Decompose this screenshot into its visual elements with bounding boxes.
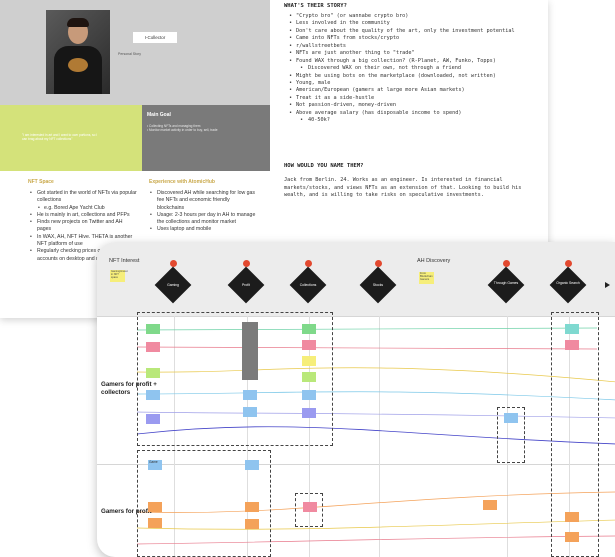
stage-dot (305, 260, 312, 267)
stage-dot (170, 260, 177, 267)
nft-space-subitem: e.g. Bored Ape Yacht Club (30, 205, 138, 213)
main-goal-title: Main Goal (147, 112, 171, 118)
story-list: "Crypto bro" (or wannabe crypto bro) Les… (288, 13, 546, 125)
stage-label: Through Games (493, 281, 519, 285)
sticky-note[interactable] (565, 512, 579, 522)
header-sticky-note[interactable]: Gaming/invest in NFT space (110, 270, 128, 282)
nft-space-item: Finds new projects on Twitter and AH pag… (30, 219, 138, 234)
nft-space-title: NFT Space (28, 179, 54, 185)
sticky-note[interactable] (565, 340, 579, 350)
story-item: Not passion-driven, money-driven (288, 102, 546, 110)
story-item: "Crypto bro" (or wannabe crypto bro) (288, 13, 546, 21)
persona-quote: "I am interested in art and I want to ow… (22, 133, 98, 142)
experience-item: Discovered AH while searching for low ga… (150, 190, 258, 212)
story-item: Don't care about the quality of the art,… (288, 28, 546, 36)
experience-list: Discovered AH while searching for low ga… (150, 190, 258, 234)
sticky-note[interactable] (483, 500, 497, 510)
story-item: NFTs are just another thing to "trade" (288, 50, 546, 58)
stage-dot (375, 260, 382, 267)
story-subitem: Discovered WAX on their own, not through… (288, 65, 546, 73)
story-item: Above average salary (has disposable inc… (288, 110, 546, 118)
nft-space-item: Got started in the world of NFTs via pop… (30, 190, 138, 205)
nft-space-item: He is mainly in art, collections and PFP… (30, 212, 138, 220)
story-item: Came into NFTs from stocks/crypto (288, 35, 546, 43)
name-question-title: HOW WOULD YOU NAME THEM? (284, 163, 364, 169)
sticky-note[interactable] (146, 368, 160, 378)
sticky-note[interactable] (504, 413, 518, 423)
sticky-note[interactable] (243, 390, 257, 400)
sticky-note[interactable] (303, 502, 317, 512)
nft-interest-label: NFT Interest (109, 258, 140, 264)
sticky-note[interactable] (245, 502, 259, 512)
sticky-note[interactable] (245, 460, 259, 470)
story-item: Young, male (288, 80, 546, 88)
gray-block (242, 322, 258, 380)
story-item: Less involved in the community (288, 20, 546, 28)
sticky-note[interactable] (243, 407, 257, 417)
stage-dot (503, 260, 510, 267)
experience-item: Usage: 2-3 hours per day in AH to manage… (150, 212, 258, 227)
stage-label: Profit (242, 283, 250, 287)
story-title: WHAT'S THEIR STORY? (284, 3, 347, 9)
ah-discovery-label: AH Discovery (417, 258, 451, 264)
sticky-note[interactable] (302, 340, 316, 350)
board-header: NFT Interest AH Discovery Gaming/invest … (97, 242, 615, 316)
stage-diamond[interactable] (549, 266, 587, 304)
story-item: Might be using bots on the marketplace (… (288, 73, 546, 81)
story-item: American/European (gamers at large more … (288, 87, 546, 95)
stage-dot (565, 260, 572, 267)
stage-diamond[interactable] (487, 266, 525, 304)
sticky-note[interactable] (245, 519, 259, 529)
sticky-note[interactable] (565, 532, 579, 542)
stage-dot (243, 260, 250, 267)
stage-label: Gaming (167, 283, 179, 287)
stage-label: Organic Search (556, 281, 580, 285)
sticky-note[interactable] (302, 356, 316, 366)
sticky-note[interactable] (146, 390, 160, 400)
sticky-note[interactable] (565, 324, 579, 334)
quote-panel: "I am interested in art and I want to ow… (0, 105, 142, 171)
name-question-text: Jack from Berlin. 24. Works as an engine… (284, 177, 522, 199)
persona-name-tag: Personal Story (118, 52, 141, 56)
persona-photo (46, 10, 110, 94)
experience-title: Experience with AtomicHub (149, 179, 215, 185)
sticky-note[interactable] (146, 342, 160, 352)
sticky-note[interactable] (302, 324, 316, 334)
sticky-note[interactable] (302, 372, 316, 382)
main-goal-item: Monitor market activity in order to buy,… (147, 128, 218, 132)
sticky-note[interactable] (146, 324, 160, 334)
story-item: Treat it as a side-hustle (288, 95, 546, 103)
header-sticky-note[interactable]: From Blockchain Gamers (419, 272, 434, 284)
experience-item: Uses laptop and mobile (150, 226, 258, 234)
persona-name-field[interactable]: I-Collector (133, 32, 177, 43)
persona-header: I-Collector Personal Story (0, 0, 270, 105)
sticky-note[interactable] (146, 414, 160, 424)
story-subitem: 40-50k? (288, 117, 546, 125)
scroll-right-icon[interactable] (605, 282, 610, 288)
stage-label: Stocks (372, 283, 384, 287)
story-item: Found WAX through a big collection? (R-P… (288, 58, 546, 66)
journey-board[interactable]: NFT Interest AH Discovery Gaming/invest … (97, 242, 615, 557)
story-item: r/wallstreetbets (288, 43, 546, 51)
sticky-note[interactable] (302, 390, 316, 400)
sticky-note[interactable] (302, 408, 316, 418)
stage-label: Collections (299, 283, 317, 287)
game-sticky[interactable]: Game (148, 460, 162, 470)
main-goal-panel: Main Goal Collecting NFTs and managing t… (142, 105, 270, 171)
sticky-note[interactable] (148, 518, 162, 528)
main-goal-list: Collecting NFTs and managing them Monito… (147, 124, 218, 133)
sticky-note[interactable] (148, 502, 162, 512)
